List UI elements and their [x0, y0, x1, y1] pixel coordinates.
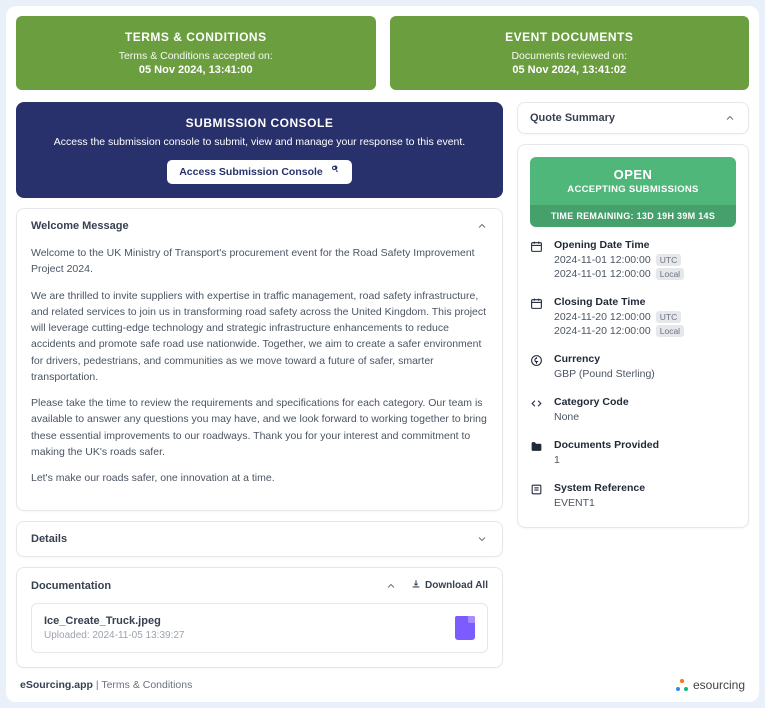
terms-sub: Terms & Conditions accepted on:	[26, 50, 366, 62]
welcome-p4: Let's make our roads safer, one innovati…	[31, 470, 488, 486]
closing-label: Closing Date Time	[554, 296, 684, 308]
documents-item: Documents Provided 1	[530, 439, 736, 468]
footer-app: eSourcing.app	[20, 679, 93, 691]
download-icon	[411, 579, 421, 592]
footer: eSourcing.app | Terms & Conditions esour…	[16, 668, 749, 692]
chevron-down-icon	[476, 533, 488, 545]
terms-title: TERMS & CONDITIONS	[26, 30, 366, 44]
code-icon	[530, 396, 544, 425]
local-tag: Local	[656, 325, 684, 337]
summary-header-card: Quote Summary	[517, 102, 749, 134]
closing-local: 2024-11-20 12:00:00	[554, 325, 651, 337]
footer-left: eSourcing.app | Terms & Conditions	[20, 679, 192, 691]
category-label: Category Code	[554, 396, 629, 408]
currency-value: GBP (Pound Sterling)	[554, 368, 655, 380]
status-sub: ACCEPTING SUBMISSIONS	[538, 184, 728, 195]
right-col: Quote Summary OPEN ACCEPTING SUBMISSIONS…	[517, 102, 749, 668]
calendar-icon	[530, 296, 544, 339]
calendar-icon	[530, 239, 544, 282]
reference-value: EVENT1	[554, 497, 645, 509]
local-tag: Local	[656, 268, 684, 280]
main-row: SUBMISSION CONSOLE Access the submission…	[16, 102, 749, 668]
chevron-up-icon	[476, 220, 488, 232]
status-box: OPEN ACCEPTING SUBMISSIONS TIME REMAININ…	[530, 157, 736, 227]
left-col: SUBMISSION CONSOLE Access the submission…	[16, 102, 503, 668]
summary-header[interactable]: Quote Summary	[518, 103, 748, 133]
download-all-label: Download All	[425, 580, 488, 591]
utc-tag: UTC	[656, 311, 681, 323]
summary-body-card: OPEN ACCEPTING SUBMISSIONS TIME REMAININ…	[517, 144, 749, 528]
welcome-p3: Please take the time to review the requi…	[31, 395, 488, 460]
document-uploaded: Uploaded: 2024-11-05 13:39:27	[44, 630, 184, 641]
event-docs-card: EVENT DOCUMENTS Documents reviewed on: 0…	[390, 16, 750, 90]
opening-local: 2024-11-01 12:00:00	[554, 268, 651, 280]
details-card: Details	[16, 521, 503, 557]
documents-value: 1	[554, 454, 659, 466]
page: TERMS & CONDITIONS Terms & Conditions ac…	[6, 6, 759, 702]
welcome-card: Welcome Message Welcome to the UK Minist…	[16, 208, 503, 511]
document-item[interactable]: Ice_Create_Truck.jpeg Uploaded: 2024-11-…	[31, 603, 488, 653]
reference-item: System Reference EVENT1	[530, 482, 736, 511]
utc-tag: UTC	[656, 254, 681, 266]
terms-date: 05 Nov 2024, 13:41:00	[26, 64, 366, 76]
welcome-p2: We are thrilled to invite suppliers with…	[31, 288, 488, 386]
documentation-title: Documentation	[31, 580, 111, 592]
key-icon	[329, 165, 340, 179]
documentation-header[interactable]: Documentation Download All	[17, 568, 502, 603]
documentation-header-right: Download All	[385, 579, 488, 592]
event-docs-sub: Documents reviewed on:	[400, 50, 740, 62]
chevron-up-icon	[385, 580, 397, 592]
category-item: Category Code None	[530, 396, 736, 425]
submission-btn-label: Access Submission Console	[179, 166, 323, 178]
closing-utc: 2024-11-20 12:00:00	[554, 311, 651, 323]
footer-brand: esourcing	[676, 678, 745, 692]
welcome-body: Welcome to the UK Ministry of Transport'…	[17, 243, 502, 510]
event-docs-date: 05 Nov 2024, 13:41:02	[400, 64, 740, 76]
currency-item: Currency GBP (Pound Sterling)	[530, 353, 736, 382]
currency-label: Currency	[554, 353, 655, 365]
welcome-title: Welcome Message	[31, 220, 129, 232]
reference-label: System Reference	[554, 482, 645, 494]
reference-icon	[530, 482, 544, 511]
submission-title: SUBMISSION CONSOLE	[32, 116, 487, 130]
details-title: Details	[31, 533, 67, 545]
welcome-p1: Welcome to the UK Ministry of Transport'…	[31, 245, 488, 278]
documentation-card: Documentation Download All Ice_Create_Tr…	[16, 567, 503, 668]
details-header[interactable]: Details	[17, 522, 502, 556]
summary-title: Quote Summary	[530, 112, 615, 124]
category-value: None	[554, 411, 629, 423]
currency-icon	[530, 353, 544, 382]
top-row: TERMS & CONDITIONS Terms & Conditions ac…	[16, 16, 749, 90]
status-label: OPEN	[538, 167, 728, 182]
time-remaining: TIME REMAINING: 13D 19H 39M 14S	[530, 205, 736, 227]
documents-label: Documents Provided	[554, 439, 659, 451]
footer-terms-link[interactable]: Terms & Conditions	[101, 679, 192, 691]
folder-icon	[530, 439, 544, 468]
submission-console-card: SUBMISSION CONSOLE Access the submission…	[16, 102, 503, 198]
chevron-up-icon	[724, 112, 736, 124]
brand-name: esourcing	[693, 678, 745, 692]
access-submission-button[interactable]: Access Submission Console	[167, 160, 352, 184]
welcome-header[interactable]: Welcome Message	[17, 209, 502, 243]
opening-date: Opening Date Time 2024-11-01 12:00:00 UTC…	[530, 239, 736, 282]
terms-card: TERMS & CONDITIONS Terms & Conditions ac…	[16, 16, 376, 90]
submission-desc: Access the submission console to submit,…	[32, 136, 487, 148]
opening-utc: 2024-11-01 12:00:00	[554, 254, 651, 266]
file-icon	[455, 616, 475, 640]
summary-info-list: Opening Date Time 2024-11-01 12:00:00 UTC…	[518, 239, 748, 527]
opening-label: Opening Date Time	[554, 239, 684, 251]
download-all-button[interactable]: Download All	[411, 579, 488, 592]
closing-date: Closing Date Time 2024-11-20 12:00:00 UTC…	[530, 296, 736, 339]
document-item-text: Ice_Create_Truck.jpeg Uploaded: 2024-11-…	[44, 615, 184, 641]
document-name: Ice_Create_Truck.jpeg	[44, 615, 184, 627]
event-docs-title: EVENT DOCUMENTS	[400, 30, 740, 44]
brand-logo-icon	[676, 679, 688, 691]
